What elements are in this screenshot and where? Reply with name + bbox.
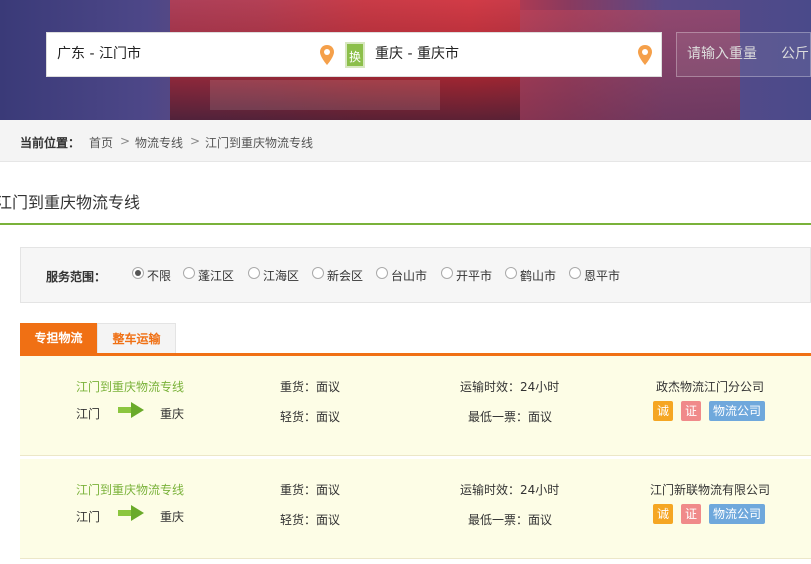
- radio-button[interactable]: [248, 267, 260, 279]
- breadcrumb-home[interactable]: 首页: [89, 134, 113, 151]
- origin-city: 江门: [76, 407, 101, 421]
- tab-dedicated-logistics[interactable]: 专担物流: [20, 323, 97, 353]
- company-name-link[interactable]: 政杰物流江门分公司: [656, 378, 764, 395]
- certified-badge: 证: [681, 504, 701, 524]
- radio-label: 鹤山市: [520, 269, 557, 283]
- service-area-filter: 服务范围： 不限 蓬江区 江海区 新会区 台山市 开平市 鹤山市 恩平市: [20, 247, 811, 303]
- breadcrumb: 当前位置： 首页 > 物流专线 > 江门到重庆物流专线: [0, 120, 811, 162]
- destination-input[interactable]: 重庆 - 重庆市: [375, 33, 459, 76]
- transit-time: 运输时效：24小时: [460, 380, 560, 394]
- page-title: 江门到重庆物流专线: [0, 193, 141, 212]
- certified-badge: 证: [681, 401, 701, 421]
- radio-label: 江海区: [263, 269, 300, 283]
- map-pin-icon[interactable]: [637, 44, 653, 66]
- light-goods-price: 轻货：面议: [280, 410, 341, 424]
- weight-unit: 公斤: [781, 46, 809, 62]
- heavy-goods-price: 重货：面议: [280, 483, 341, 497]
- origin-city: 江门: [76, 510, 101, 524]
- company-name-link[interactable]: 江门新联物流有限公司: [650, 481, 770, 498]
- radio-button[interactable]: [183, 267, 195, 279]
- destination-city: 重庆: [160, 510, 185, 524]
- arrow-right-icon: [118, 402, 144, 418]
- destination-city: 重庆: [160, 407, 185, 421]
- map-pin-icon[interactable]: [319, 44, 335, 66]
- radio-label: 台山市: [391, 269, 428, 283]
- result-row[interactable]: 江门到重庆物流专线 江门 重庆 重货：面议 轻货：面议 运输时效：24小时 最低…: [20, 459, 811, 559]
- radio-button[interactable]: [441, 267, 453, 279]
- radio-label: 新会区: [327, 269, 364, 283]
- radio-button[interactable]: [312, 267, 324, 279]
- weight-input[interactable]: 请输入重量 公斤: [676, 32, 811, 77]
- minimum-charge: 最低一票：面议: [468, 410, 553, 424]
- breadcrumb-current: 江门到重庆物流专线: [205, 136, 314, 150]
- company-type-badge: 物流公司: [709, 504, 765, 524]
- radio-button[interactable]: [505, 267, 517, 279]
- filter-label: 服务范围：: [46, 270, 107, 284]
- hero-banner: 广东 - 江门市 换 重庆 - 重庆市 请输入重量 公斤: [0, 0, 811, 120]
- breadcrumb-separator: >: [120, 134, 131, 148]
- heavy-goods-price: 重货：面议: [280, 380, 341, 394]
- light-goods-price: 轻货：面议: [280, 513, 341, 527]
- integrity-badge: 诚: [653, 401, 673, 421]
- arrow-right-icon: [118, 505, 144, 521]
- transit-time: 运输时效：24小时: [460, 483, 560, 497]
- tab-full-truckload[interactable]: 整车运输: [97, 323, 176, 353]
- integrity-badge: 诚: [653, 504, 673, 524]
- banner-truck-grill: [210, 80, 440, 110]
- radio-label: 恩平市: [584, 269, 621, 283]
- company-type-badge: 物流公司: [709, 401, 765, 421]
- origin-input[interactable]: 广东 - 江门市: [57, 33, 141, 76]
- radio-label: 不限: [147, 269, 172, 283]
- minimum-charge: 最低一票：面议: [468, 513, 553, 527]
- radio-label: 开平市: [456, 269, 493, 283]
- radio-label: 蓬江区: [198, 269, 235, 283]
- swap-route-button[interactable]: 换: [345, 42, 365, 68]
- result-tabs: 专担物流 整车运输: [20, 323, 811, 356]
- result-row[interactable]: 江门到重庆物流专线 江门 重庆 重货：面议 轻货：面议 运输时效：24小时 最低…: [20, 356, 811, 456]
- breadcrumb-separator: >: [190, 134, 201, 148]
- weight-placeholder: 请输入重量: [687, 46, 757, 62]
- radio-button[interactable]: [132, 267, 144, 279]
- radio-button[interactable]: [569, 267, 581, 279]
- breadcrumb-logistics-lines[interactable]: 物流专线: [135, 134, 183, 151]
- breadcrumb-label: 当前位置：: [20, 136, 81, 150]
- title-divider: [0, 223, 811, 225]
- radio-button[interactable]: [376, 267, 388, 279]
- route-link[interactable]: 江门到重庆物流专线: [76, 481, 184, 498]
- route-link[interactable]: 江门到重庆物流专线: [76, 378, 184, 395]
- route-search-box: 广东 - 江门市 换 重庆 - 重庆市: [46, 32, 662, 77]
